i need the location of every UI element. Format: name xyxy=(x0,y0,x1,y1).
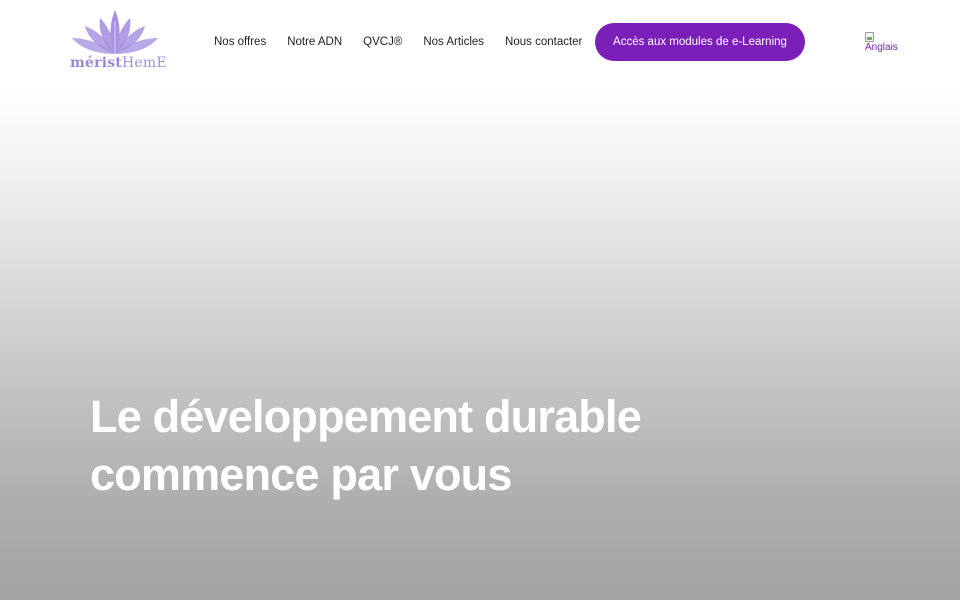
nav-item-qvcj[interactable]: QVCJ® xyxy=(363,35,402,49)
hero-section: Le développement durable commence par vo… xyxy=(90,388,790,504)
site-header: méristHemE Nos offres Notre ADN QVCJ® No… xyxy=(0,0,960,90)
hero-title-line2: commence par vous xyxy=(90,449,512,500)
hero-title-line1: Le développement durable xyxy=(90,391,642,442)
language-alt-text: Anglais xyxy=(865,42,898,53)
language-switch[interactable]: Anglais xyxy=(865,32,905,56)
elearning-button[interactable]: Accès aux modules de e-Learning xyxy=(595,23,805,61)
logo-wordmark: méristHemE xyxy=(70,55,170,71)
broken-image-icon xyxy=(865,32,874,42)
lotus-icon xyxy=(72,10,158,54)
logo-wordmark-light: HemE xyxy=(121,55,167,71)
logo-wordmark-bold: mérist xyxy=(70,55,122,71)
main-nav: Nos offres Notre ADN QVCJ® Nos Articles … xyxy=(214,35,603,49)
nav-item-adn[interactable]: Notre ADN xyxy=(287,35,342,49)
nav-item-contact[interactable]: Nous contacter xyxy=(505,35,582,49)
logo-link[interactable]: méristHemE xyxy=(70,8,170,80)
nav-item-offres[interactable]: Nos offres xyxy=(214,35,266,49)
hero-title: Le développement durable commence par vo… xyxy=(90,388,790,504)
nav-item-articles[interactable]: Nos Articles xyxy=(423,35,484,49)
